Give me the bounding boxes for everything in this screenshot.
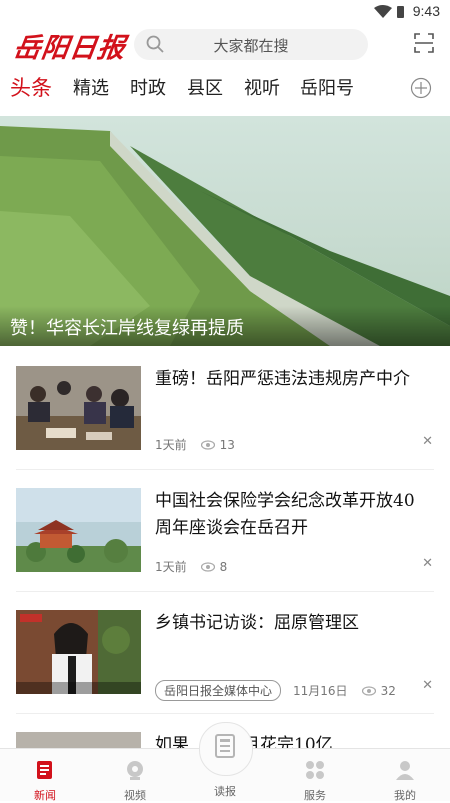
news-views: 8 <box>219 559 228 574</box>
views-icon <box>200 439 215 450</box>
news-title: 乡镇书记访谈：屈原管理区 <box>155 613 359 633</box>
nav-epaper-label: 读报 <box>214 785 236 798</box>
nav-services[interactable]: 服务 <box>285 759 345 803</box>
news-date: 11月16日 <box>293 684 348 698</box>
news-item[interactable]: 重磅！岳阳严惩违法违规房产中介 1天前 13 ✕ <box>0 366 450 488</box>
nav-services-label: 服务 <box>304 789 326 802</box>
services-icon <box>306 761 324 779</box>
nav-profile-label: 我的 <box>394 789 416 802</box>
status-bar: 9:43 <box>0 0 450 24</box>
news-item[interactable]: 乡镇书记访谈：屈原管理区 岳阳日报全媒体中心 11月16日 32 ✕ <box>0 610 450 732</box>
battery-icon <box>397 6 404 18</box>
dismiss-icon[interactable]: ✕ <box>422 556 433 571</box>
tab-counties[interactable]: 县区 <box>187 74 223 100</box>
divider <box>16 469 434 470</box>
nav-video[interactable]: 视频 <box>105 759 165 803</box>
news-title: 中国社会保险学会纪念改革开放40周年座谈会在岳召开 <box>155 491 415 538</box>
news-thumbnail <box>16 366 141 450</box>
scan-icon[interactable] <box>414 33 434 53</box>
news-time: 1天前 <box>155 560 187 574</box>
news-thumbnail <box>16 488 141 572</box>
category-tabs: 头条 精选 时政 县区 视听 岳阳号 <box>0 70 450 108</box>
tab-headlines[interactable]: 头条 <box>10 72 52 102</box>
nav-news[interactable]: 新闻 <box>15 759 75 803</box>
dismiss-icon[interactable]: ✕ <box>422 678 433 693</box>
app-logo: 岳阳日报 <box>11 33 128 64</box>
views-icon <box>200 561 215 572</box>
news-meta: 岳阳日报全媒体中心 11月16日 32 <box>155 680 396 701</box>
newspaper-icon <box>215 734 235 758</box>
dismiss-icon[interactable]: ✕ <box>422 434 433 449</box>
news-title: 如果 月花完10亿 <box>155 735 333 748</box>
news-views: 13 <box>219 437 235 452</box>
add-tab-icon[interactable] <box>410 77 432 99</box>
tab-audiovisual[interactable]: 视听 <box>244 74 280 100</box>
news-thumbnail <box>16 732 141 748</box>
news-icon <box>37 761 52 779</box>
news-title: 重磅！岳阳严惩违法违规房产中介 <box>155 369 410 389</box>
wifi-icon <box>374 5 392 18</box>
news-meta: 1天前 8 <box>155 558 227 575</box>
news-meta: 1天前 13 <box>155 436 235 453</box>
app-header: 岳阳日报 大家都在搜 <box>0 24 450 68</box>
news-thumbnail <box>16 610 141 694</box>
tab-featured[interactable]: 精选 <box>73 74 109 100</box>
divider <box>16 713 434 714</box>
nav-profile[interactable]: 我的 <box>375 759 435 803</box>
news-item[interactable]: 中国社会保险学会纪念改革开放40周年座谈会在岳召开 1天前 8 ✕ <box>0 488 450 610</box>
nav-epaper[interactable] <box>199 722 253 776</box>
status-time: 9:43 <box>412 3 440 19</box>
news-views: 32 <box>380 683 396 698</box>
divider <box>16 591 434 592</box>
news-time: 1天前 <box>155 438 187 452</box>
source-badge: 岳阳日报全媒体中心 <box>155 680 282 701</box>
views-icon <box>361 685 376 696</box>
tab-yueyang-hao[interactable]: 岳阳号 <box>300 74 354 100</box>
hero-caption: 赞！华容长江岸线复绿再提质 <box>10 318 244 339</box>
nav-video-label: 视频 <box>124 789 146 802</box>
hero-banner[interactable]: 赞！华容长江岸线复绿再提质 <box>0 116 450 346</box>
profile-icon <box>396 761 414 780</box>
tab-politics[interactable]: 时政 <box>130 74 166 100</box>
video-icon <box>127 761 143 780</box>
search-input[interactable]: 大家都在搜 <box>134 29 368 60</box>
nav-news-label: 新闻 <box>34 789 56 802</box>
search-placeholder: 大家都在搜 <box>213 37 289 55</box>
